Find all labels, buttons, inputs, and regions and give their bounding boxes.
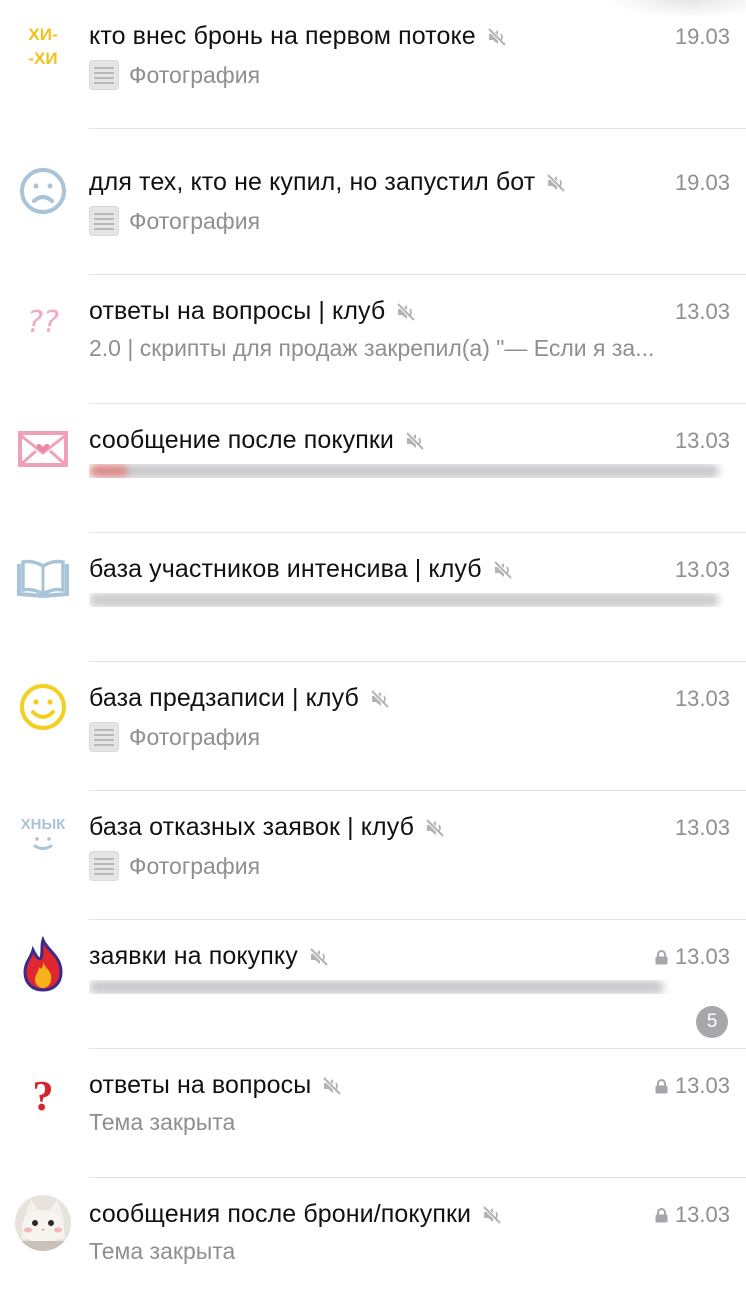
svg-text:?: ? [33, 1074, 54, 1120]
fire-icon [14, 936, 72, 994]
chat-preview [89, 464, 730, 478]
chat-subtitle: 2.0 | скрипты для продаж закрепил(а) "— … [89, 335, 655, 361]
chat-preview: Тема закрыта [89, 1238, 730, 1265]
chat-date: 19.03 [674, 24, 730, 49]
muted-icon [395, 301, 417, 323]
chat-row[interactable]: ? ответы на вопросы 13.03 Тема закрыта [0, 1049, 746, 1178]
chat-date: 13.03 [674, 428, 730, 453]
question-marks-icon: ?? [14, 291, 72, 349]
chat-row[interactable]: заявки на покупку 13.03 5 [0, 920, 746, 1049]
chat-row[interactable]: сообщения после брони/покупки 13.03 Тема… [0, 1178, 746, 1307]
chat-row[interactable]: для тех, кто не купил, но запустил бот 1… [0, 146, 746, 275]
lock-icon [655, 944, 675, 969]
chat-preview: Тема закрыта [89, 1109, 730, 1136]
muted-icon [369, 688, 391, 710]
lock-icon [655, 1073, 675, 1098]
hnyk-sticker-icon: ХНЫК [14, 807, 72, 865]
photo-thumbnail-icon [89, 851, 119, 881]
muted-icon [545, 172, 567, 194]
chat-date: 13.03 [674, 686, 730, 711]
chat-date: 13.03 [674, 1073, 730, 1098]
chat-preview: Фотография [89, 60, 730, 90]
muted-icon [424, 817, 446, 839]
muted-icon [404, 430, 426, 452]
chat-subtitle: Фотография [129, 723, 261, 750]
chat-preview: Фотография [89, 722, 730, 752]
chat-date: 13.03 [674, 299, 730, 324]
chat-date: 13.03 [674, 557, 730, 582]
svg-text:??: ?? [27, 305, 59, 340]
chat-title: сообщения после брони/покупки [89, 1200, 472, 1228]
chat-title: база отказных заявок | клуб [89, 813, 415, 841]
blurred-message-preview [89, 464, 719, 478]
chat-title: база участников интенсива | клуб [89, 555, 482, 583]
chat-title: кто внес бронь на первом потоке [89, 22, 476, 50]
chat-preview: Фотография [89, 851, 730, 881]
photo-thumbnail-icon [89, 60, 119, 90]
chat-date: 13.03 [674, 815, 730, 840]
chat-subtitle: Фотография [129, 207, 261, 234]
chat-title: для тех, кто не купил, но запустил бот [89, 168, 536, 196]
chat-row[interactable]: ХНЫК база отказных заявок | клуб 13.03 Ф… [0, 791, 746, 920]
muted-icon [486, 26, 508, 48]
chat-row[interactable]: ХИ- -ХИ кто внес бронь на первом потоке 1… [0, 0, 746, 129]
chat-date: 19.03 [674, 170, 730, 195]
red-question-icon: ? [14, 1065, 72, 1123]
chat-preview: 2.0 | скрипты для продаж закрепил(а) "— … [89, 335, 730, 362]
muted-icon [321, 1075, 343, 1097]
muted-icon [492, 559, 514, 581]
blurred-message-preview [89, 980, 664, 994]
blurred-message-preview [89, 593, 719, 607]
sad-face-icon [14, 162, 72, 220]
smile-face-icon [14, 678, 72, 736]
chat-row[interactable]: база участников интенсива | клуб 13.03 [0, 533, 746, 662]
chat-title: база предзаписи | клуб [89, 684, 359, 712]
svg-text:ХИ-: ХИ- [28, 25, 57, 44]
chat-date: 13.03 [674, 944, 730, 969]
svg-text:-ХИ: -ХИ [28, 49, 57, 68]
chat-subtitle: Фотография [129, 852, 261, 879]
chat-preview: Фотография [89, 206, 730, 236]
svg-text:ХНЫК: ХНЫК [21, 816, 67, 833]
chat-row[interactable]: сообщение после покупки 13.03 [0, 404, 746, 533]
envelope-heart-icon [14, 420, 72, 478]
muted-icon [481, 1204, 503, 1226]
photo-thumbnail-icon [89, 722, 119, 752]
lock-icon [655, 1202, 675, 1227]
cat-photo-icon [14, 1194, 72, 1252]
muted-icon [308, 946, 330, 968]
chat-subtitle: Тема закрыта [89, 1238, 236, 1264]
chat-title: сообщение после покупки [89, 426, 394, 454]
chat-title: ответы на вопросы | клуб [89, 297, 386, 325]
row-separator [89, 128, 746, 129]
chat-preview [89, 593, 730, 607]
chat-row[interactable]: ?? ответы на вопросы | клуб 13.03 2.0 | … [0, 275, 746, 404]
chat-row[interactable]: база предзаписи | клуб 13.03 Фотография [0, 662, 746, 791]
open-book-icon [14, 549, 72, 607]
chat-subtitle: Фотография [129, 61, 261, 88]
photo-thumbnail-icon [89, 206, 119, 236]
chat-title: ответы на вопросы [89, 1071, 312, 1099]
chat-preview [89, 980, 730, 994]
chat-subtitle: Тема закрыта [89, 1109, 236, 1135]
unread-badge: 5 [696, 1006, 728, 1038]
chat-date: 13.03 [674, 1202, 730, 1227]
hihi-sticker-icon: ХИ- -ХИ [14, 16, 72, 74]
chat-title: заявки на покупку [89, 942, 298, 970]
